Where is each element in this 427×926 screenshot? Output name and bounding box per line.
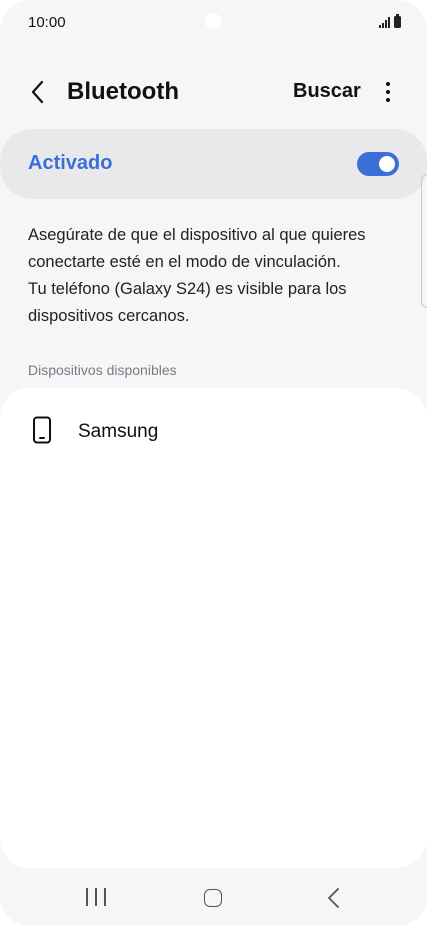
back-nav-button[interactable]	[324, 887, 344, 909]
bluetooth-switch[interactable]	[357, 152, 399, 176]
search-button[interactable]: Buscar	[293, 80, 361, 103]
battery-icon	[394, 14, 401, 28]
status-time: 10:00	[28, 14, 66, 31]
chevron-left-icon	[31, 80, 44, 104]
section-header-available-devices: Dispositivos disponibles	[28, 362, 177, 378]
device-item-samsung[interactable]: Samsung	[0, 408, 427, 454]
smartphone-icon	[33, 416, 51, 444]
recents-icon	[86, 888, 88, 906]
description-line: conectarte esté en el modo de vinculació…	[28, 253, 341, 271]
toggle-label: Activado	[28, 152, 113, 174]
page-title: Bluetooth	[67, 78, 179, 105]
description-line: Tu teléfono (Galaxy S24) es visible para…	[28, 280, 347, 298]
status-bar: 10:00	[0, 0, 427, 46]
description-line: dispositivos cercanos.	[28, 307, 190, 325]
description-line: Asegúrate de que el dispositivo al que q…	[28, 226, 366, 244]
scroll-indicator[interactable]	[421, 174, 427, 308]
signal-icon	[379, 16, 390, 28]
device-name: Samsung	[78, 421, 159, 442]
home-button[interactable]	[204, 889, 222, 907]
device-list: Samsung	[0, 388, 427, 868]
back-button[interactable]	[24, 78, 52, 106]
recents-button[interactable]	[86, 888, 106, 908]
visibility-description: Asegúrate de que el dispositivo al que q…	[28, 222, 398, 330]
more-options-button[interactable]	[378, 78, 398, 106]
navigation-bar	[0, 872, 427, 926]
app-bar: Bluetooth Buscar	[0, 70, 427, 114]
phone-screen: 10:00 Bluetooth Buscar Activado Asegúrat…	[0, 0, 427, 926]
front-camera	[205, 13, 221, 29]
switch-knob	[379, 156, 395, 172]
bluetooth-toggle-row[interactable]: Activado	[0, 129, 427, 199]
status-icons	[379, 14, 401, 28]
more-vertical-icon	[386, 82, 390, 86]
